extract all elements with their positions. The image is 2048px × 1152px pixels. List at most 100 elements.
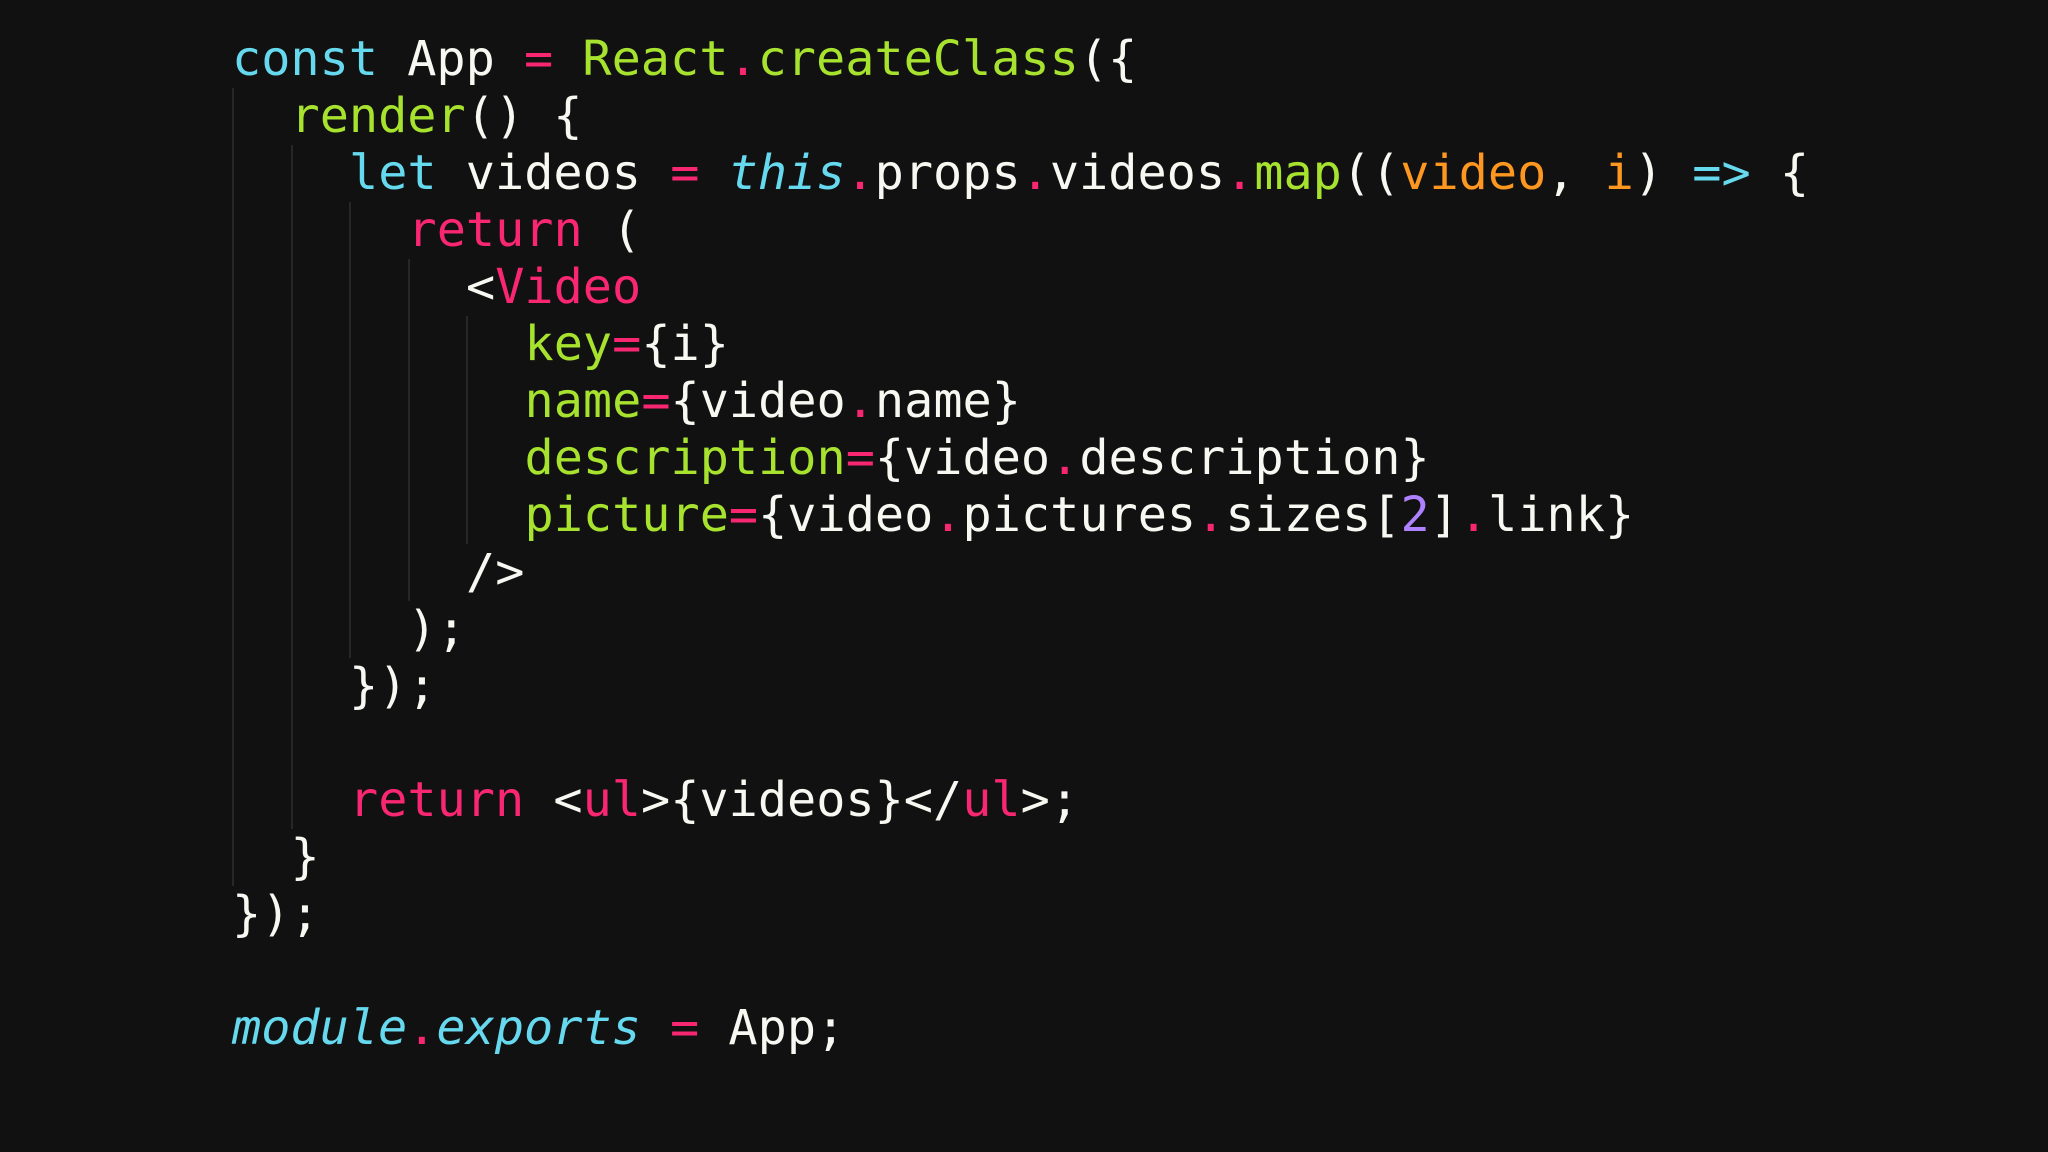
code-line xyxy=(232,715,1809,772)
code-token: . xyxy=(1020,145,1050,201)
code-token: map xyxy=(1254,145,1342,201)
code-token: = xyxy=(524,31,554,87)
indent-guide xyxy=(232,373,234,430)
code-line: return ( xyxy=(232,202,1809,259)
code-token: . xyxy=(728,31,758,87)
code-token: = xyxy=(670,1000,700,1056)
indent-guide xyxy=(290,430,293,487)
code-token: 2 xyxy=(1400,487,1430,543)
code-token: videos xyxy=(1049,145,1226,201)
indent-guide xyxy=(232,829,234,886)
indent-guide xyxy=(290,316,293,373)
code-token: module xyxy=(232,1000,408,1056)
code-token: picture xyxy=(524,487,729,543)
code-token: }); xyxy=(232,886,320,942)
code-token: >{videos}</ xyxy=(641,772,963,828)
code-token: . xyxy=(1196,487,1226,543)
code-token: exports xyxy=(436,1000,641,1056)
code-token: = xyxy=(670,145,700,201)
indent-guide xyxy=(232,430,234,487)
code-line: } xyxy=(232,829,1809,886)
code-token: video xyxy=(1400,145,1547,201)
code-token: {video xyxy=(670,373,846,429)
indent-guide xyxy=(290,601,293,658)
indent-guide xyxy=(349,202,351,259)
code-token: {video xyxy=(758,487,934,543)
indent-guide xyxy=(349,544,351,601)
code-token: key xyxy=(524,316,613,372)
indent-guide xyxy=(349,601,351,658)
indent-guide xyxy=(407,430,410,487)
code-token: pictures xyxy=(962,487,1197,543)
code-token: ); xyxy=(407,601,466,657)
code-token: return xyxy=(349,772,525,828)
code-token: = xyxy=(845,430,875,486)
code-token: . xyxy=(933,487,963,543)
code-token: description xyxy=(524,430,846,486)
code-token: . xyxy=(1458,487,1489,543)
indent-guide xyxy=(232,259,234,316)
code-token: ( xyxy=(582,202,642,258)
indent-guide xyxy=(466,373,468,430)
indent-guide xyxy=(290,715,293,772)
code-token: . xyxy=(845,145,875,201)
indent-guide xyxy=(232,88,234,145)
indent-guide xyxy=(232,145,234,202)
indent-guide xyxy=(466,316,468,373)
code-line: key={i} xyxy=(232,316,1809,373)
code-token: ] xyxy=(1429,487,1459,543)
code-token: link} xyxy=(1488,487,1635,543)
code-token: ) xyxy=(1633,145,1693,201)
code-token: name xyxy=(524,373,642,429)
indent-guide xyxy=(407,544,410,601)
indent-guide xyxy=(232,487,234,544)
code-token: . xyxy=(845,373,875,429)
code-token: >; xyxy=(1020,772,1080,828)
indent-guide xyxy=(290,658,293,715)
indent-guide xyxy=(232,544,234,601)
code-token: = xyxy=(641,373,671,429)
indent-guide xyxy=(232,772,234,829)
indent-guide xyxy=(349,487,351,544)
indent-guide xyxy=(232,715,234,772)
indent-guide xyxy=(290,202,293,259)
code-viewer: { "colors": { "background": "#111111", "… xyxy=(0,0,2048,1152)
code-block: const App = React.createClass({render() … xyxy=(232,31,1809,1057)
code-token: props xyxy=(874,145,1021,201)
indent-guide xyxy=(349,316,351,373)
code-line: return <ul>{videos}</ul>; xyxy=(232,772,1809,829)
code-token: < xyxy=(524,772,583,828)
code-token: render xyxy=(290,88,466,144)
code-token: (( xyxy=(1341,145,1401,201)
code-token: { xyxy=(1750,145,1810,201)
code-token: this xyxy=(728,145,846,201)
code-line: render() { xyxy=(232,88,1809,145)
code-token: /> xyxy=(466,544,525,600)
code-line: <Video xyxy=(232,259,1809,316)
indent-guide xyxy=(232,316,234,373)
code-token: () { xyxy=(465,88,583,144)
code-token: const xyxy=(232,31,378,87)
code-token: App xyxy=(378,31,524,87)
indent-guide xyxy=(349,373,351,430)
code-token: let xyxy=(349,145,437,201)
indent-guide xyxy=(232,202,234,259)
indent-guide xyxy=(407,373,410,430)
indent-guide xyxy=(407,259,410,316)
code-token: App; xyxy=(699,1000,846,1056)
indent-guide xyxy=(290,259,293,316)
code-line: /> xyxy=(232,544,1809,601)
code-token: = xyxy=(612,316,642,372)
code-token: = xyxy=(728,487,759,543)
indent-guide xyxy=(290,145,293,202)
indent-guide xyxy=(407,316,410,373)
code-token: name} xyxy=(874,373,1021,429)
code-line: picture={video.pictures.sizes[2].link} xyxy=(232,487,1809,544)
code-token: . xyxy=(407,1000,437,1056)
indent-guide xyxy=(466,487,468,544)
indent-guide xyxy=(290,772,293,829)
code-token: => xyxy=(1692,145,1751,201)
